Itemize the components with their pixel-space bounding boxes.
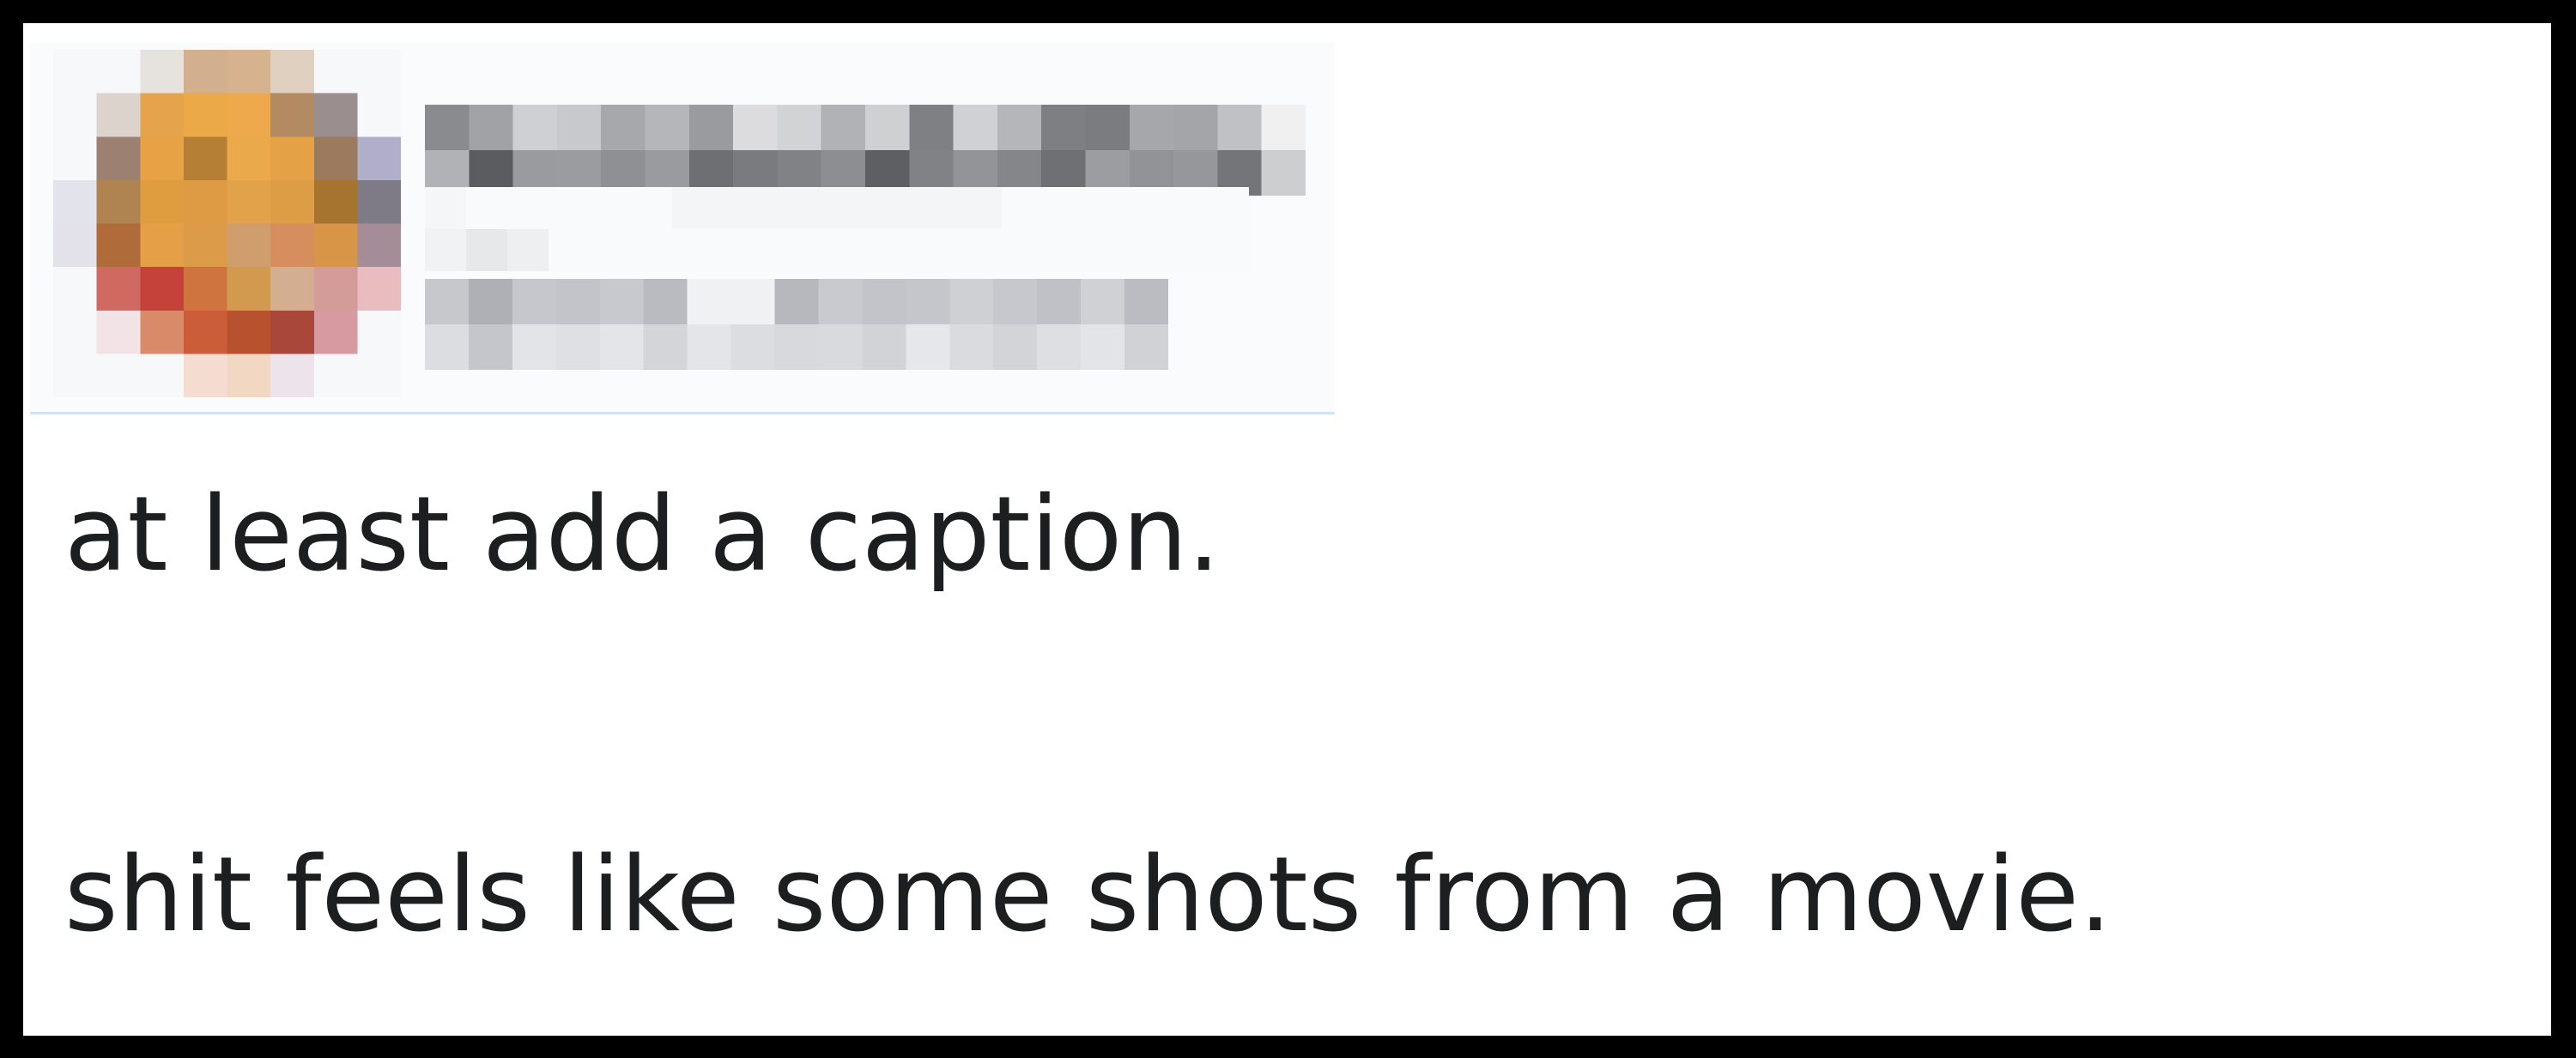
post-card: at least add a caption. shit feels like … [23, 23, 2551, 1036]
display-name-redacted[interactable] [425, 105, 1306, 196]
handle-redacted[interactable] [425, 279, 1168, 370]
redacted-faint-pixels [425, 187, 1249, 271]
post-text-line-2: shit feels like some shots from a movie. [64, 836, 2112, 955]
redacted-faint-row [425, 187, 1249, 271]
avatar[interactable] [53, 50, 401, 397]
redacted-handle-pixels [425, 279, 1168, 370]
post-header [30, 43, 1335, 414]
post-text-line-1: at least add a caption. [64, 475, 1221, 595]
redacted-name-pixels [425, 105, 1306, 196]
avatar-pixelated-icon [53, 50, 401, 397]
